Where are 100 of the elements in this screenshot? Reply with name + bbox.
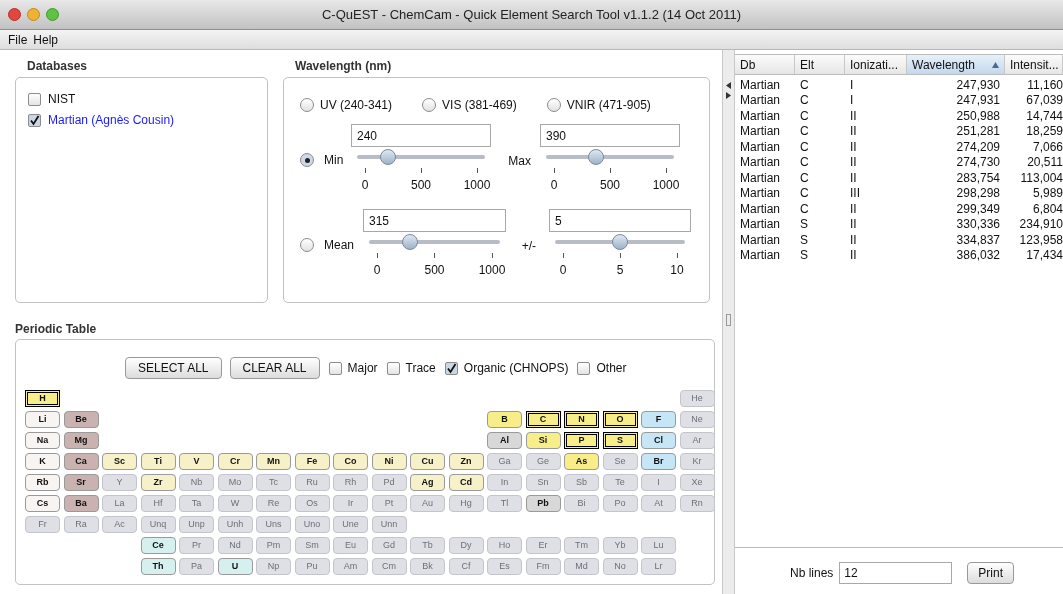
slider-thumb[interactable] [587,149,604,165]
element-button[interactable]: Eu [333,537,368,554]
element-button[interactable]: Lu [641,537,676,554]
element-button[interactable]: Ne [679,411,715,428]
element-button[interactable]: Au [410,495,445,512]
element-button[interactable]: Os [294,495,330,512]
radio-button[interactable] [300,153,314,167]
menu-item[interactable]: File [8,30,28,49]
element-button[interactable]: Sn [525,474,561,491]
element-button[interactable]: Pa [179,558,214,575]
minimize-icon[interactable] [27,8,40,21]
element-button[interactable]: Rb [25,474,60,491]
element-button[interactable]: Ra [63,516,99,533]
value-field[interactable]: 315 [363,209,506,232]
splitter-grip-icon[interactable] [726,314,731,326]
element-button[interactable]: Uno [294,516,330,533]
element-button[interactable]: Bk [410,558,445,575]
element-button[interactable]: Ru [294,474,330,491]
element-button[interactable]: Cd [448,474,484,491]
column-header[interactable]: Ionizati... [845,55,907,74]
element-button[interactable]: Lr [641,558,676,575]
element-button[interactable]: Sr [63,474,99,491]
element-button[interactable]: Po [602,495,638,512]
element-button[interactable]: Cs [25,495,60,512]
element-button[interactable]: O [602,411,638,428]
element-button[interactable]: Ir [333,495,368,512]
zoom-icon[interactable] [46,8,59,21]
nb-lines-field[interactable]: 12 [839,562,953,584]
element-button[interactable]: Cl [641,432,676,449]
element-button[interactable]: As [564,453,599,470]
element-button[interactable]: Uns [256,516,291,533]
element-button[interactable]: Sb [564,474,599,491]
close-icon[interactable] [8,8,21,21]
element-button[interactable]: Ti [140,453,176,470]
element-button[interactable]: Ce [140,537,176,554]
element-button[interactable]: Fe [294,453,330,470]
element-button[interactable]: K [25,453,60,470]
value-field[interactable]: 240 [351,124,491,147]
element-button[interactable]: U [217,558,253,575]
radio-button[interactable] [546,98,561,112]
element-button[interactable]: In [487,474,522,491]
element-button[interactable]: Unh [217,516,253,533]
element-button[interactable]: Pt [371,495,407,512]
element-button[interactable]: Unp [179,516,214,533]
element-button[interactable]: Pu [294,558,330,575]
element-button[interactable]: Nd [217,537,253,554]
radio-button[interactable] [300,238,314,252]
element-button[interactable]: Kr [679,453,715,470]
element-button[interactable]: Mg [63,432,99,449]
element-button[interactable]: Zn [448,453,484,470]
element-button[interactable]: Ge [525,453,561,470]
element-button[interactable]: Zr [140,474,176,491]
element-button[interactable]: F [641,411,676,428]
element-button[interactable]: Cr [217,453,253,470]
element-button[interactable]: Yb [602,537,638,554]
element-button[interactable]: B [487,411,522,428]
column-header[interactable]: Db [735,55,795,74]
element-button[interactable]: Xe [679,474,715,491]
element-button[interactable]: Hg [448,495,484,512]
element-button[interactable]: Pm [256,537,291,554]
action-button[interactable]: CLEAR ALL [229,357,320,379]
filter-label[interactable]: Other [596,359,627,377]
element-button[interactable]: Tm [564,537,599,554]
element-button[interactable]: Cm [371,558,407,575]
element-button[interactable]: Si [525,432,561,449]
expand-right-icon[interactable] [726,92,731,99]
element-button[interactable]: Md [564,558,599,575]
database-label[interactable]: Martian (Agnès Cousin) [48,111,175,129]
element-button[interactable]: Rn [679,495,715,512]
element-button[interactable]: Tl [487,495,522,512]
database-label[interactable]: NIST [48,90,76,108]
print-button[interactable]: Print [967,562,1015,584]
element-button[interactable]: Nb [179,474,214,491]
radio-button[interactable] [422,98,437,112]
element-button[interactable]: Re [256,495,291,512]
element-button[interactable]: Se [602,453,638,470]
element-button[interactable]: Al [487,432,522,449]
element-button[interactable]: Ta [179,495,214,512]
element-button[interactable]: W [217,495,253,512]
element-button[interactable]: P [564,432,599,449]
element-button[interactable]: Bi [564,495,599,512]
value-field[interactable]: 5 [549,209,691,232]
element-button[interactable]: Fr [25,516,60,533]
checkbox[interactable] [386,361,400,375]
element-button[interactable]: Br [641,453,676,470]
checkbox[interactable] [28,113,41,127]
element-button[interactable]: Te [602,474,638,491]
collapse-left-icon[interactable] [726,82,731,89]
element-button[interactable]: Y [102,474,137,491]
element-button[interactable]: H [25,390,60,407]
element-button[interactable]: Ac [102,516,137,533]
element-button[interactable]: Ar [679,432,715,449]
element-button[interactable]: Sc [102,453,137,470]
checkbox[interactable] [577,361,591,375]
column-header[interactable]: Intensit... [1005,55,1063,74]
element-button[interactable]: Fm [525,558,561,575]
element-button[interactable]: Ag [410,474,445,491]
checkbox[interactable] [328,361,342,375]
element-button[interactable]: Th [140,558,176,575]
action-button[interactable]: SELECT ALL [125,357,222,379]
